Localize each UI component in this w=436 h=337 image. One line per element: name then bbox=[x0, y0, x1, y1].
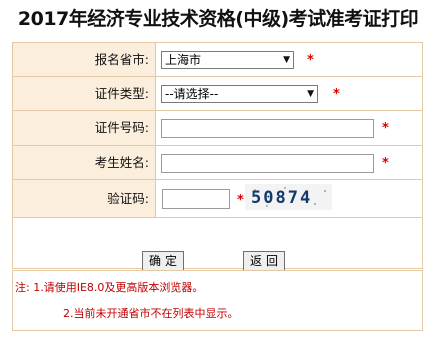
name-row: 考生姓名: * bbox=[13, 146, 422, 180]
cert-number-label: 证件号码: bbox=[13, 111, 156, 145]
confirm-button[interactable]: 确定 bbox=[142, 251, 184, 271]
captcha-row: 验证码: * 50874 bbox=[13, 180, 422, 218]
name-input[interactable] bbox=[161, 154, 374, 173]
print-form: 报名省市: 上海市 ▼ * 证件类型: --请选择-- ▼ * 证件号码: * … bbox=[12, 42, 423, 271]
back-button[interactable]: 返回 bbox=[243, 251, 285, 271]
cert-type-selected-value: --请选择-- bbox=[165, 87, 219, 101]
province-select[interactable]: 上海市 ▼ bbox=[161, 51, 294, 69]
province-label: 报名省市: bbox=[13, 43, 156, 76]
cert-type-row: 证件类型: --请选择-- ▼ * bbox=[13, 77, 422, 111]
chevron-down-icon[interactable]: ▼ bbox=[283, 52, 290, 68]
note-province: 2.当前未开通省市不在列表中显示。 bbox=[63, 307, 239, 320]
captcha-input[interactable] bbox=[162, 189, 230, 209]
cert-number-input[interactable] bbox=[161, 119, 374, 138]
cert-number-row: 证件号码: * bbox=[13, 111, 422, 146]
required-mark: * bbox=[333, 87, 340, 102]
cert-type-label: 证件类型: bbox=[13, 77, 156, 110]
chevron-down-icon[interactable]: ▼ bbox=[307, 86, 314, 102]
buttons-row: 确定 返回 bbox=[13, 218, 422, 271]
required-mark: * bbox=[382, 156, 389, 171]
required-mark: * bbox=[382, 121, 389, 136]
note-browser: 注: 1.请使用IE8.0及更高版本浏览器。 bbox=[15, 281, 204, 294]
captcha-graphic: 50874 bbox=[245, 184, 332, 210]
cert-type-select[interactable]: --请选择-- ▼ bbox=[161, 85, 318, 103]
name-label: 考生姓名: bbox=[13, 146, 156, 179]
required-mark: * bbox=[307, 53, 314, 68]
province-selected-value: 上海市 bbox=[165, 53, 202, 67]
province-row: 报名省市: 上海市 ▼ * bbox=[13, 43, 422, 77]
required-mark: * bbox=[237, 193, 244, 208]
page-title: 2017年经济专业技术资格(中级)考试准考证打印 bbox=[17, 8, 419, 30]
captcha-text: 50874 bbox=[251, 188, 312, 208]
captcha-label: 验证码: bbox=[13, 180, 156, 217]
captcha-image[interactable]: 50874 bbox=[245, 184, 332, 210]
notes-box: 注: 1.请使用IE8.0及更高版本浏览器。 2.当前未开通省市不在列表中显示。 bbox=[12, 270, 423, 331]
